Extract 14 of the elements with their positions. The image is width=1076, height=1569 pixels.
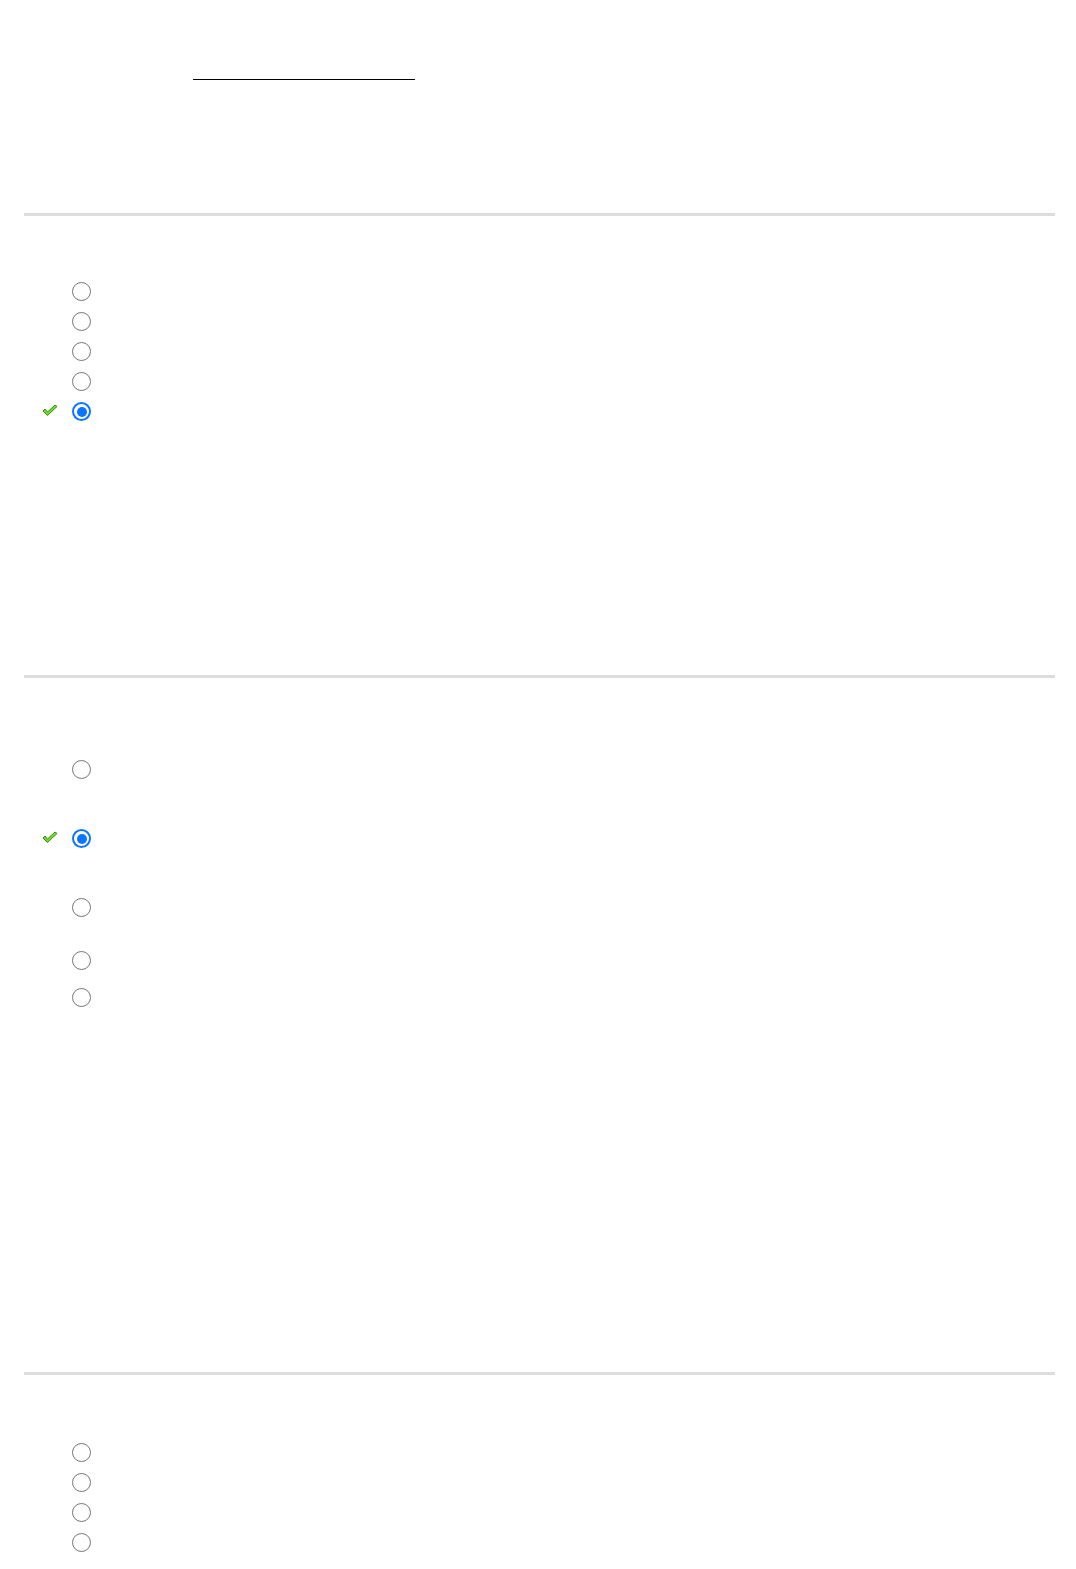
radio-button[interactable] (72, 282, 91, 301)
radio-button[interactable] (72, 1473, 91, 1492)
radio-button[interactable] (72, 760, 91, 779)
radio-button[interactable] (72, 988, 91, 1007)
radio-button[interactable] (72, 829, 91, 848)
radio-button[interactable] (72, 372, 91, 391)
radio-button[interactable] (72, 1443, 91, 1462)
radio-button[interactable] (72, 951, 91, 970)
radio-button[interactable] (72, 1533, 91, 1552)
radio-button[interactable] (72, 898, 91, 917)
radio-button[interactable] (72, 342, 91, 361)
radio-button[interactable] (72, 402, 91, 421)
radio-button[interactable] (72, 1503, 91, 1522)
radio-button[interactable] (72, 312, 91, 331)
